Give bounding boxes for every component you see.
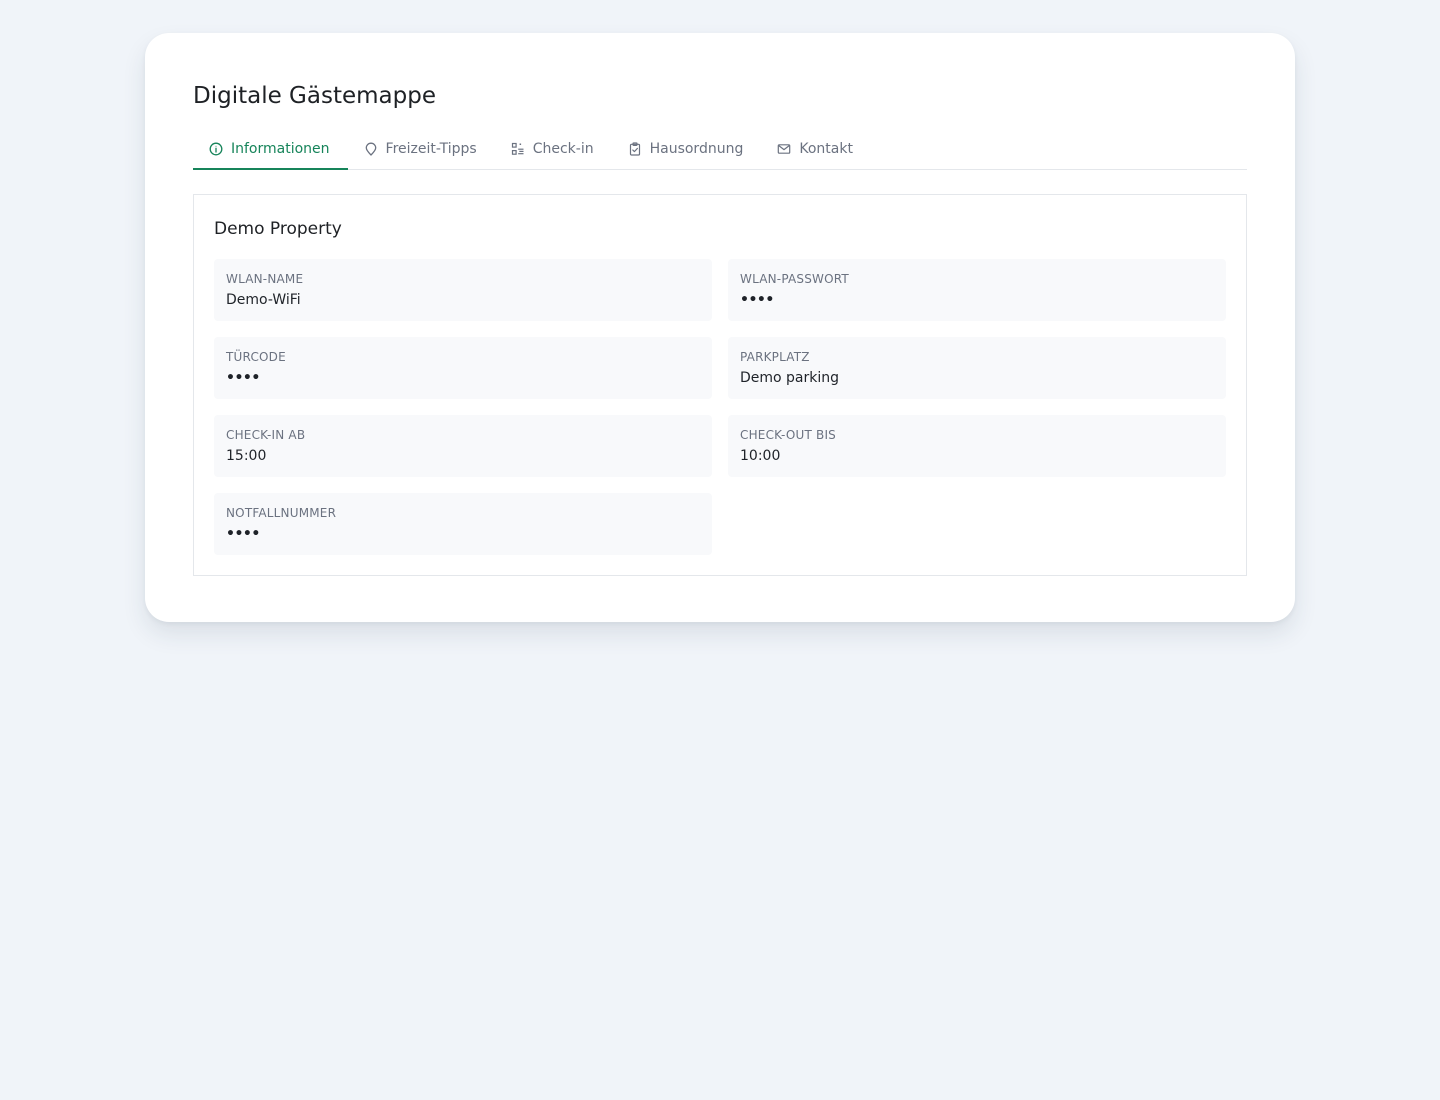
property-name: Demo Property: [214, 219, 342, 239]
qr-code-icon: [511, 142, 524, 155]
field-parkplatz: Parkplatz Demo parking: [728, 337, 1226, 399]
tab-kontakt[interactable]: Kontakt: [761, 131, 871, 169]
tab-label: Check-in: [532, 141, 594, 157]
tab-label: Hausordnung: [649, 141, 744, 157]
field-value-masked: ••••: [226, 370, 260, 386]
tab-label: Kontakt: [799, 141, 853, 157]
field-label: Notfallnummer: [226, 506, 337, 520]
tab-bar: Informationen Freizeit-Tipps Check-in Ha…: [193, 131, 1247, 170]
field-value: Demo-WiFi: [226, 292, 301, 308]
field-notfallnummer: Notfallnummer ••••: [214, 493, 712, 555]
field-label: Parkplatz: [740, 350, 810, 364]
tab-hausordnung[interactable]: Hausordnung: [612, 131, 762, 169]
field-value: 10:00: [740, 448, 781, 464]
tab-informationen[interactable]: Informationen: [193, 131, 348, 170]
tab-label: Freizeit-Tipps: [385, 141, 477, 157]
field-label: Check-out bis: [740, 428, 836, 442]
field-label: WLAN-Passwort: [740, 272, 849, 286]
field-check-in-ab: Check-in ab 15:00: [214, 415, 712, 477]
field-value: Demo parking: [740, 370, 840, 386]
mail-icon: [778, 144, 791, 154]
field-check-out-bis: Check-out bis 10:00: [728, 415, 1226, 477]
tab-freizeit-tipps[interactable]: Freizeit-Tipps: [348, 131, 495, 169]
field-wlan-passwort: WLAN-Passwort ••••: [728, 259, 1226, 321]
info-grid: WLAN-Name Demo-WiFi WLAN-Passwort •••• T…: [214, 259, 1226, 555]
field-tuercode: Türcode ••••: [214, 337, 712, 399]
field-value-masked: ••••: [226, 526, 260, 542]
information-panel: Demo Property WLAN-Name Demo-WiFi WLAN-P…: [193, 194, 1247, 576]
field-wlan-name: WLAN-Name Demo-WiFi: [214, 259, 712, 321]
guest-folder-card: Digitale Gästemappe Informationen Freize…: [145, 33, 1295, 622]
field-label: Türcode: [226, 350, 286, 364]
field-value: 15:00: [226, 448, 267, 464]
tab-label: Informationen: [231, 141, 330, 157]
info-icon: [209, 142, 223, 156]
field-label: Check-in ab: [226, 428, 306, 442]
field-label: WLAN-Name: [226, 272, 304, 286]
clipboard-check-icon: [629, 142, 640, 156]
page-title: Digitale Gästemappe: [193, 83, 436, 109]
tab-check-in[interactable]: Check-in: [495, 131, 612, 169]
field-value-masked: ••••: [740, 292, 774, 308]
map-pin-icon: [365, 142, 376, 156]
